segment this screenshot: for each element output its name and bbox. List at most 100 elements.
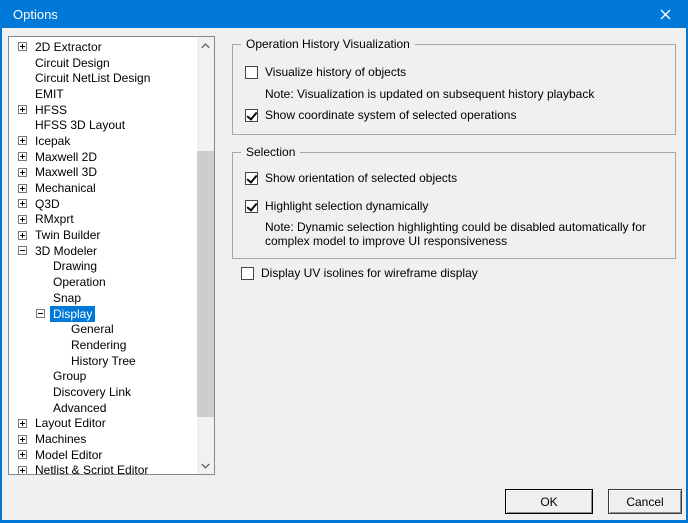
show-coordinate-checkbox-row[interactable]: Show coordinate system of selected opera… xyxy=(245,108,516,122)
tree-item-icepak[interactable]: Icepak xyxy=(9,133,197,149)
tree-item-operation[interactable]: Operation xyxy=(9,274,197,290)
tree-rows: 2D Extractor Circuit Design Circuit NetL… xyxy=(9,39,197,474)
close-button[interactable] xyxy=(642,0,688,28)
visualize-history-checkbox-row[interactable]: Visualize history of objects xyxy=(245,65,406,79)
tree-item-label[interactable]: EMIT xyxy=(32,86,67,102)
tree-item-layout-editor[interactable]: Layout Editor xyxy=(9,416,197,432)
tree-expander-icon[interactable] xyxy=(18,465,27,474)
tree-item-q3d[interactable]: Q3D xyxy=(9,196,197,212)
highlight-selection-checkbox-row[interactable]: Highlight selection dynamically xyxy=(245,199,428,213)
dynamic-selection-note: Note: Dynamic selection highlighting cou… xyxy=(265,220,646,248)
tree-item-label[interactable]: Maxwell 3D xyxy=(32,164,100,180)
tree-item-model-editor[interactable]: Model Editor xyxy=(9,447,197,463)
tree-item-label[interactable]: Group xyxy=(50,368,89,384)
tree-item-circuit-netlist-design[interactable]: Circuit NetList Design xyxy=(9,70,197,86)
tree-item-emit[interactable]: EMIT xyxy=(9,86,197,102)
tree-item-label[interactable]: Operation xyxy=(50,274,109,290)
checkbox-label[interactable]: Highlight selection dynamically xyxy=(265,199,428,213)
tree-item-twin-builder[interactable]: Twin Builder xyxy=(9,227,197,243)
tree-expander-icon[interactable] xyxy=(18,42,27,52)
tree-item-label[interactable]: Q3D xyxy=(32,196,63,212)
tree-item-label[interactable]: Drawing xyxy=(50,258,100,274)
operation-history-visualization-group: Operation History Visualization Visualiz… xyxy=(232,37,676,135)
tree-expander-icon[interactable] xyxy=(18,230,27,240)
tree-item-maxwell-3d[interactable]: Maxwell 3D xyxy=(9,165,197,181)
tree-item-label[interactable]: 2D Extractor xyxy=(32,39,105,55)
tree-item-circuit-design[interactable]: Circuit Design xyxy=(9,55,197,71)
tree-item-label[interactable]: History Tree xyxy=(68,353,139,369)
tree-expander-icon[interactable] xyxy=(36,309,45,319)
tree-item-rmxprt[interactable]: RMxprt xyxy=(9,212,197,228)
tree-item-history-tree[interactable]: History Tree xyxy=(9,353,197,369)
tree-item-label[interactable]: Twin Builder xyxy=(32,227,103,243)
title-bar: Options xyxy=(0,0,688,28)
tree-item-label[interactable]: Circuit Design xyxy=(32,55,113,71)
tree-item-label[interactable]: Netlist & Script Editor xyxy=(32,462,151,474)
tree-item-mechanical[interactable]: Mechanical xyxy=(9,180,197,196)
tree-expander-icon[interactable] xyxy=(18,152,27,162)
tree-item-label[interactable]: 3D Modeler xyxy=(32,243,100,259)
tree-item-advanced[interactable]: Advanced xyxy=(9,400,197,416)
tree-item-maxwell-2d[interactable]: Maxwell 2D xyxy=(9,149,197,165)
window-title: Options xyxy=(13,6,58,22)
tree-item-label[interactable]: HFSS xyxy=(32,102,70,118)
tree-item-label[interactable]: Circuit NetList Design xyxy=(32,70,153,86)
tree-item-drawing[interactable]: Drawing xyxy=(9,259,197,275)
tree-item-group[interactable]: Group xyxy=(9,368,197,384)
tree-expander-icon[interactable] xyxy=(18,105,27,115)
tree-item-3d-modeler[interactable]: 3D Modeler xyxy=(9,243,197,259)
tree-expander-icon[interactable] xyxy=(18,214,27,224)
tree-expander-icon[interactable] xyxy=(18,199,27,209)
checkbox-label[interactable]: Show orientation of selected objects xyxy=(265,171,457,185)
tree-item-snap[interactable]: Snap xyxy=(9,290,197,306)
tree-item-label[interactable]: Display xyxy=(50,305,96,322)
tree-item-discovery-link[interactable]: Discovery Link xyxy=(9,384,197,400)
checkbox-icon[interactable] xyxy=(245,65,258,79)
tree-item-label[interactable]: Rendering xyxy=(68,337,129,353)
tree-item-label[interactable]: Mechanical xyxy=(32,180,99,196)
tree-item-label[interactable]: Discovery Link xyxy=(50,384,134,400)
tree-expander-icon[interactable] xyxy=(18,246,27,256)
tree-item-label[interactable]: General xyxy=(68,321,117,337)
tree-expander-icon[interactable] xyxy=(18,183,27,193)
tree-item-label[interactable]: Advanced xyxy=(50,400,109,416)
tree-item-rendering[interactable]: Rendering xyxy=(9,337,197,353)
tree-item-label[interactable]: Machines xyxy=(32,431,89,447)
checkbox-label[interactable]: Display UV isolines for wireframe displa… xyxy=(261,266,478,280)
tree-item-label[interactable]: HFSS 3D Layout xyxy=(32,117,128,133)
tree-item-machines[interactable]: Machines xyxy=(9,431,197,447)
scroll-up-button[interactable] xyxy=(197,37,214,54)
tree-item-general[interactable]: General xyxy=(9,321,197,337)
tree-item-hfss-3d-layout[interactable]: HFSS 3D Layout xyxy=(9,117,197,133)
tree-item-label[interactable]: Snap xyxy=(50,290,84,306)
display-uv-isolines-checkbox-row[interactable]: Display UV isolines for wireframe displa… xyxy=(241,266,478,280)
tree-expander-icon[interactable] xyxy=(18,136,27,146)
checkbox-icon[interactable] xyxy=(241,266,254,280)
tree-item-label[interactable]: Model Editor xyxy=(32,447,105,463)
cancel-button[interactable]: Cancel xyxy=(608,489,682,514)
tree-item-label[interactable]: Icepak xyxy=(32,133,73,149)
checkbox-label[interactable]: Show coordinate system of selected opera… xyxy=(265,108,516,122)
chevron-up-icon xyxy=(201,42,210,48)
tree-expander-icon[interactable] xyxy=(18,434,27,444)
tree-expander-icon[interactable] xyxy=(18,418,27,428)
checkbox-label[interactable]: Visualize history of objects xyxy=(265,65,406,79)
tree-item-2d-extractor[interactable]: 2D Extractor xyxy=(9,39,197,55)
tree-item-label[interactable]: Maxwell 2D xyxy=(32,149,100,165)
options-tree[interactable]: 2D Extractor Circuit Design Circuit NetL… xyxy=(8,36,215,475)
scrollbar-thumb[interactable] xyxy=(197,151,214,417)
tree-item-netlist-script-editor[interactable]: Netlist & Script Editor xyxy=(9,462,197,474)
tree-item-label[interactable]: Layout Editor xyxy=(32,415,109,431)
ok-button[interactable]: OK xyxy=(505,489,593,514)
tree-item-hfss[interactable]: HFSS xyxy=(9,102,197,118)
tree-scrollbar[interactable] xyxy=(197,37,214,474)
tree-item-display[interactable]: Display xyxy=(9,305,197,322)
tree-item-label[interactable]: RMxprt xyxy=(32,211,77,227)
checkbox-icon[interactable] xyxy=(245,199,258,213)
checkbox-icon[interactable] xyxy=(245,171,258,185)
tree-expander-icon[interactable] xyxy=(18,167,27,177)
show-orientation-checkbox-row[interactable]: Show orientation of selected objects xyxy=(245,171,457,185)
tree-expander-icon[interactable] xyxy=(18,450,27,460)
scroll-down-button[interactable] xyxy=(197,457,214,474)
checkbox-icon[interactable] xyxy=(245,108,258,122)
